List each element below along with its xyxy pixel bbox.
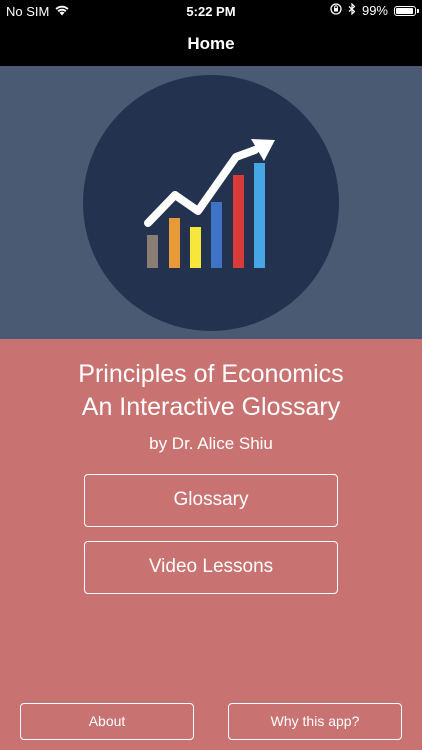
glossary-button[interactable]: Glossary xyxy=(84,474,338,527)
logo-bar-3 xyxy=(190,227,201,268)
status-right: 99% xyxy=(330,2,419,18)
page-title: Home xyxy=(187,34,235,53)
app-title-line1: Principles of Economics xyxy=(78,360,344,388)
video-lessons-button-label: Video Lessons xyxy=(148,556,274,577)
hero-banner xyxy=(0,66,422,339)
battery-fill xyxy=(396,7,413,14)
logo-bar-4 xyxy=(211,202,222,268)
nav-bar: Home xyxy=(0,22,422,66)
orientation-lock-icon xyxy=(330,3,342,18)
author-byline: by Dr. Alice Shiu xyxy=(149,434,273,453)
why-this-app-button-label: Why this app? xyxy=(270,713,360,729)
logo-bar-6 xyxy=(254,163,265,268)
rising-bar-chart-logo xyxy=(83,75,339,331)
main-content: Principles of Economics An Interactive G… xyxy=(0,339,422,750)
logo-bar-5 xyxy=(233,175,244,268)
app-title-line2: An Interactive Glossary xyxy=(81,393,341,421)
status-bar: No SIM 5:22 PM 99% xyxy=(0,0,422,22)
battery-icon xyxy=(394,5,419,16)
bluetooth-icon xyxy=(348,2,356,18)
app-title: Principles of Economics An Interactive G… xyxy=(0,358,422,424)
logo-bar-1 xyxy=(147,235,158,268)
why-this-app-button[interactable]: Why this app? xyxy=(228,703,402,740)
about-button-label: About xyxy=(88,713,126,729)
logo-bar-2 xyxy=(169,218,180,268)
battery-percent: 99% xyxy=(361,3,388,18)
video-lessons-button[interactable]: Video Lessons xyxy=(84,541,338,594)
glossary-button-label: Glossary xyxy=(173,489,249,510)
about-button[interactable]: About xyxy=(20,703,194,740)
